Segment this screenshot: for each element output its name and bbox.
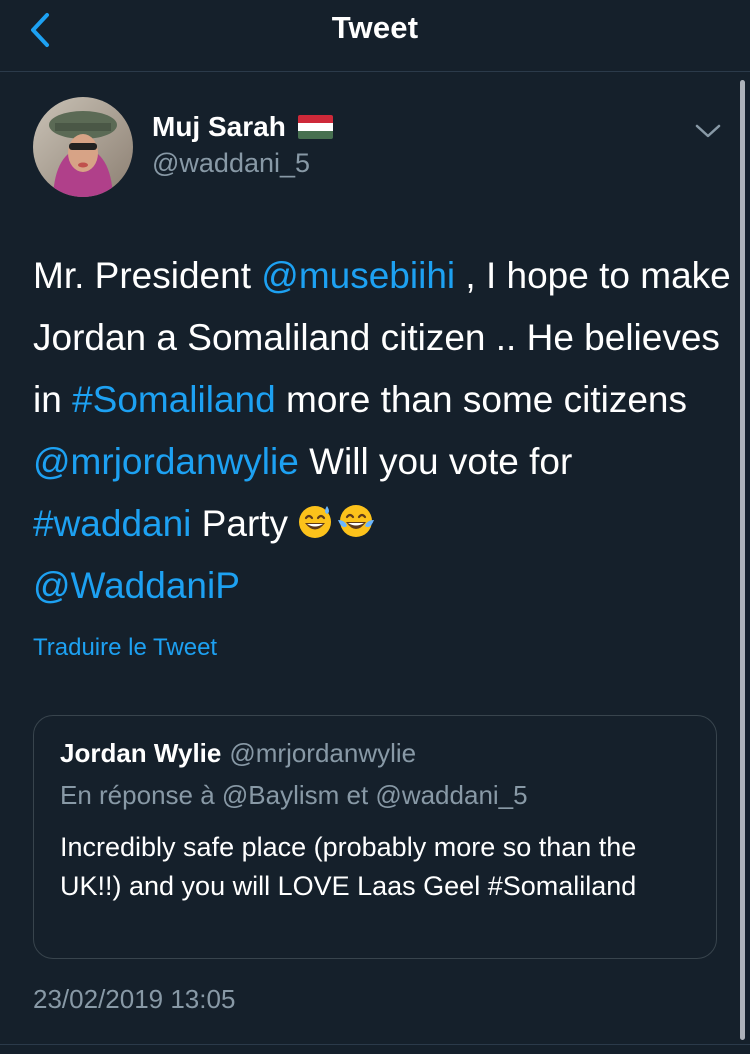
author-name-text: Muj Sarah [152, 111, 286, 142]
more-options-button[interactable] [690, 116, 726, 146]
tweet-timestamp: 23/02/2019 13:05 [33, 984, 236, 1014]
author-name[interactable]: Muj Sarah [152, 111, 333, 143]
tears-of-joy-emoji-icon [338, 505, 375, 537]
quoted-tweet[interactable]: Jordan Wylie @mrjordanwylie En réponse à … [33, 715, 717, 959]
quoted-author-name: Jordan Wylie [60, 738, 222, 768]
quoted-tweet-text: Incredibly safe place (probably more so … [60, 832, 637, 901]
avatar[interactable] [33, 97, 133, 197]
mention-link[interactable]: @WaddaniP [33, 565, 240, 606]
divider [0, 1044, 750, 1045]
tweet-text-segment: Party [191, 503, 289, 544]
scrollbar[interactable] [740, 80, 745, 1040]
chevron-down-icon [695, 124, 721, 138]
quoted-author-handle: @mrjordanwylie [229, 738, 417, 768]
tweet-text-segment: Mr. President [33, 255, 262, 296]
hungary-flag-icon [297, 115, 333, 139]
mention-link[interactable]: @mrjordanwylie [33, 441, 299, 482]
navigation-bar: Tweet [0, 0, 750, 72]
hashtag-link[interactable]: #Somaliland [72, 379, 276, 420]
tweet-text-segment: Will you vote for [298, 441, 573, 482]
grinning-sweat-emoji-icon [299, 506, 332, 538]
mention-link[interactable]: @musebiihi [261, 255, 455, 296]
quoted-reply-context: En réponse à @Baylism et @waddani_5 [60, 780, 528, 810]
translate-tweet-link[interactable]: Traduire le Tweet [33, 634, 217, 662]
hashtag-link[interactable]: #waddani [33, 503, 191, 544]
tweet-text: Mr. President @musebiihi , I hope to mak… [33, 245, 733, 617]
author-handle[interactable]: @waddani_5 [152, 148, 310, 179]
quoted-tweet-header: Jordan Wylie @mrjordanwylie [60, 738, 416, 769]
emoji-group [296, 502, 376, 540]
tweet-text-segment: more than some citizens [275, 379, 688, 420]
page-title: Tweet [331, 10, 419, 45]
